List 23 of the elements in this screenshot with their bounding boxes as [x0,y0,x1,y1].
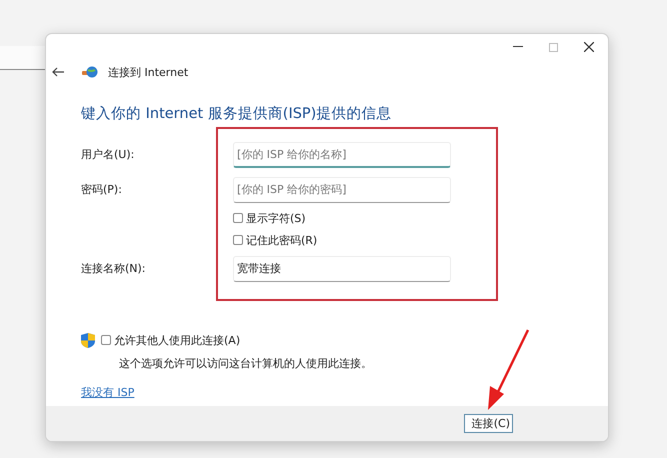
checkbox-label: 允许其他人使用此连接(A) [114,332,240,348]
connect-button[interactable]: 连接(C) [464,414,513,433]
back-arrow-icon[interactable] [52,67,64,77]
shield-icon [81,332,95,348]
minimize-icon[interactable] [513,46,523,48]
dialog-title: 连接到 Internet [108,64,188,80]
option-note: 这个选项允许可以访问这台计算机的人使用此连接。 [119,356,373,371]
input-field[interactable]: 宽带连接 [233,256,451,282]
page-heading: 键入你的 Internet 服务提供商(ISP)提供的信息 [81,104,392,123]
field-label: 密码(P): [81,182,122,197]
field-label: 连接名称(N): [81,261,146,276]
maximize-icon[interactable] [549,42,558,52]
input-field[interactable]: [你的 ISP 给你的名称] [233,142,451,168]
field-label: 用户名(U): [81,147,134,162]
checkbox[interactable] [101,335,111,345]
checkbox-label: 显示字符(S) [246,210,306,226]
close-icon[interactable] [584,42,594,52]
checkbox[interactable] [233,235,243,245]
no-isp-link[interactable]: 我没有 ISP [81,385,134,400]
globe-icon [82,65,98,79]
input-field[interactable]: [你的 ISP 给你的密码] [233,176,451,202]
checkbox-label: 记住此密码(R) [246,232,318,248]
checkbox[interactable] [233,213,243,223]
